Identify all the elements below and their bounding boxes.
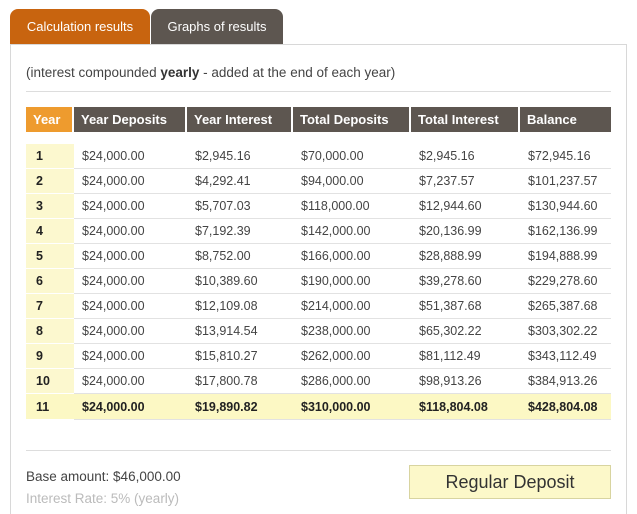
- cell-total-deposits: $238,000.00: [293, 319, 411, 344]
- divider-top: [26, 91, 611, 92]
- cell-total-deposits: $142,000.00: [293, 219, 411, 244]
- cell-year-interest: $5,707.03: [187, 194, 293, 219]
- cell-year-interest: $8,752.00: [187, 244, 293, 269]
- cell-year-deposits: $24,000.00: [74, 294, 187, 319]
- results-panel: (interest compounded yearly - added at t…: [10, 44, 627, 514]
- header-balance: Balance: [520, 107, 611, 132]
- results-table: Year Year Deposits Year Interest Total D…: [26, 107, 611, 420]
- cell-total-interest: $65,302.22: [411, 319, 520, 344]
- cell-balance: $343,112.49: [520, 344, 611, 369]
- cell-total-interest: $51,387.68: [411, 294, 520, 319]
- cell-year: 5: [26, 244, 74, 269]
- cell-total-interest: $39,278.60: [411, 269, 520, 294]
- cell-total-interest: $12,944.60: [411, 194, 520, 219]
- table-row: 1 $24,000.00 $2,945.16 $70,000.00 $2,945.16 $…: [26, 144, 611, 169]
- cell-year-interest: $12,109.08: [187, 294, 293, 319]
- cell-total-interest: $2,945.16: [411, 144, 520, 169]
- cell-total-deposits: $190,000.00: [293, 269, 411, 294]
- cell-balance: $162,136.99: [520, 219, 611, 244]
- cell-year-interest: $4,292.41: [187, 169, 293, 194]
- cell-balance: $194,888.99: [520, 244, 611, 269]
- cell-year: 3: [26, 194, 74, 219]
- cell-year: 9: [26, 344, 74, 369]
- cell-total-deposits: $310,000.00: [293, 394, 411, 420]
- cell-year-interest: $7,192.39: [187, 219, 293, 244]
- table-header-row: Year Year Deposits Year Interest Total D…: [26, 107, 611, 132]
- cell-year-interest: $17,800.78: [187, 369, 293, 394]
- cell-year: 11: [26, 394, 74, 420]
- cell-balance: $101,237.57: [520, 169, 611, 194]
- cell-year-deposits: $24,000.00: [74, 344, 187, 369]
- table-row: 7 $24,000.00 $12,109.08 $214,000.00 $51,387.…: [26, 294, 611, 319]
- tab-calculation-results[interactable]: Calculation results: [10, 9, 150, 44]
- table-row: 4 $24,000.00 $7,192.39 $142,000.00 $20,136.9…: [26, 219, 611, 244]
- table-row: 8 $24,000.00 $13,914.54 $238,000.00 $65,302.…: [26, 319, 611, 344]
- cell-total-deposits: $94,000.00: [293, 169, 411, 194]
- cell-balance: $384,913.26: [520, 369, 611, 394]
- cell-total-interest: $7,237.57: [411, 169, 520, 194]
- table-row: 10 $24,000.00 $17,800.78 $286,000.00 $98,913…: [26, 369, 611, 394]
- header-total-deposits: Total Deposits: [293, 107, 411, 132]
- cell-total-deposits: $286,000.00: [293, 369, 411, 394]
- table-row: 5 $24,000.00 $8,752.00 $166,000.00 $28,888.9…: [26, 244, 611, 269]
- cell-balance: $72,945.16: [520, 144, 611, 169]
- cell-total-interest: $28,888.99: [411, 244, 520, 269]
- cell-year-interest: $13,914.54: [187, 319, 293, 344]
- cell-year-deposits: $24,000.00: [74, 394, 187, 420]
- cell-year-deposits: $24,000.00: [74, 144, 187, 169]
- compounding-note: (interest compounded yearly - added at t…: [26, 65, 396, 80]
- cell-total-deposits: $214,000.00: [293, 294, 411, 319]
- cell-year-deposits: $24,000.00: [74, 244, 187, 269]
- compounding-frequency: yearly: [160, 65, 200, 80]
- cell-balance: $265,387.68: [520, 294, 611, 319]
- header-year-interest: Year Interest: [187, 107, 293, 132]
- table-row: 9 $24,000.00 $15,810.27 $262,000.00 $81,112.…: [26, 344, 611, 369]
- base-amount: Base amount: $46,000.00: [26, 469, 181, 484]
- regular-deposit-button[interactable]: Regular Deposit: [409, 465, 611, 499]
- cell-year-deposits: $24,000.00: [74, 319, 187, 344]
- cell-year-deposits: $24,000.00: [74, 219, 187, 244]
- cell-year: 6: [26, 269, 74, 294]
- header-year: Year: [26, 107, 74, 132]
- table-row: 2 $24,000.00 $4,292.41 $94,000.00 $7,237.57 $…: [26, 169, 611, 194]
- cell-total-deposits: $70,000.00: [293, 144, 411, 169]
- table-row: 6 $24,000.00 $10,389.60 $190,000.00 $39,278.…: [26, 269, 611, 294]
- header-total-interest: Total Interest: [411, 107, 520, 132]
- cell-year-deposits: $24,000.00: [74, 369, 187, 394]
- cell-year: 8: [26, 319, 74, 344]
- cell-year-interest: $2,945.16: [187, 144, 293, 169]
- tab-graphs-of-results[interactable]: Graphs of results: [151, 9, 283, 44]
- cell-year: 10: [26, 369, 74, 394]
- header-year-deposits: Year Deposits: [74, 107, 187, 132]
- cell-total-interest: $98,913.26: [411, 369, 520, 394]
- table-row: 11 $24,000.00 $19,890.82 $310,000.00 $118,80…: [26, 394, 611, 420]
- cell-year-interest: $10,389.60: [187, 269, 293, 294]
- cell-total-deposits: $166,000.00: [293, 244, 411, 269]
- table-row: 3 $24,000.00 $5,707.03 $118,000.00 $12,944.6…: [26, 194, 611, 219]
- cell-year: 2: [26, 169, 74, 194]
- divider-bottom: [26, 450, 611, 451]
- cell-balance: $303,302.22: [520, 319, 611, 344]
- cell-year: 4: [26, 219, 74, 244]
- cell-total-interest: $81,112.49: [411, 344, 520, 369]
- cell-total-interest: $20,136.99: [411, 219, 520, 244]
- cell-balance: $229,278.60: [520, 269, 611, 294]
- cell-total-deposits: $262,000.00: [293, 344, 411, 369]
- cell-total-interest: $118,804.08: [411, 394, 520, 420]
- cell-year-deposits: $24,000.00: [74, 169, 187, 194]
- cell-year-interest: $15,810.27: [187, 344, 293, 369]
- cell-balance: $428,804.08: [520, 394, 611, 420]
- cell-total-deposits: $118,000.00: [293, 194, 411, 219]
- cell-balance: $130,944.60: [520, 194, 611, 219]
- cell-year-interest: $19,890.82: [187, 394, 293, 420]
- cell-year: 1: [26, 144, 74, 169]
- cell-year: 7: [26, 294, 74, 319]
- cell-year-deposits: $24,000.00: [74, 269, 187, 294]
- cell-year-deposits: $24,000.00: [74, 194, 187, 219]
